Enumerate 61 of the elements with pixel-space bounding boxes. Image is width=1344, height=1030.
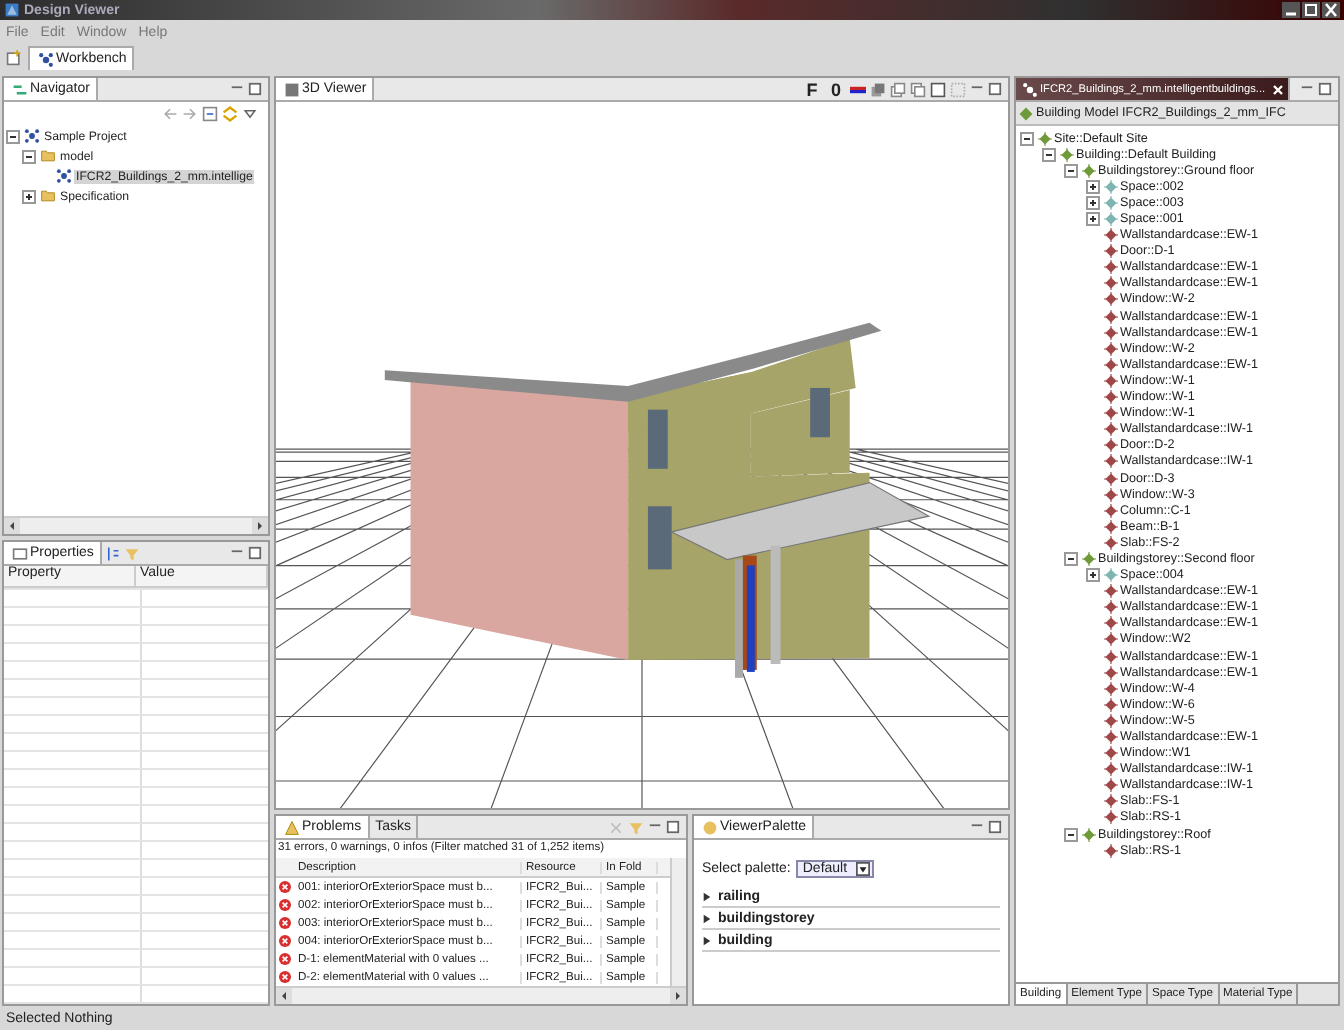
close-icon[interactable] bbox=[1271, 83, 1284, 95]
scroll-left-icon[interactable] bbox=[276, 988, 292, 1004]
cube-icon bbox=[284, 81, 300, 97]
app-logo-icon bbox=[4, 2, 20, 18]
view-menu-icon[interactable] bbox=[242, 106, 258, 122]
diamond-icon bbox=[1082, 827, 1096, 842]
expander-icon[interactable] bbox=[1020, 131, 1034, 146]
diamond-icon bbox=[1060, 147, 1074, 162]
expander-icon[interactable] bbox=[1086, 179, 1100, 194]
diamond-icon bbox=[1082, 551, 1096, 566]
expander-icon[interactable] bbox=[1086, 195, 1100, 210]
close-button[interactable] bbox=[1322, 2, 1340, 18]
horizontal-scrollbar[interactable] bbox=[4, 516, 268, 534]
diamond-icon bbox=[1038, 131, 1052, 146]
expander-icon[interactable] bbox=[1086, 568, 1100, 583]
vertical-scrollbar[interactable] bbox=[670, 858, 686, 986]
navigator-icon bbox=[12, 81, 28, 97]
sort-icon[interactable] bbox=[103, 545, 120, 561]
expander-icon[interactable] bbox=[22, 149, 36, 163]
window-icon bbox=[12, 545, 28, 561]
diamond-icon bbox=[1082, 163, 1096, 178]
network-icon bbox=[24, 128, 40, 144]
scroll-right-icon[interactable] bbox=[252, 518, 268, 534]
network-icon bbox=[38, 51, 54, 67]
expand-triangle-icon bbox=[702, 935, 712, 945]
maximize-icon[interactable] bbox=[666, 820, 680, 834]
network-icon bbox=[1022, 81, 1038, 97]
expander-icon[interactable] bbox=[1042, 147, 1056, 162]
warning-icon bbox=[284, 819, 300, 835]
expand-triangle-icon bbox=[702, 913, 712, 923]
scroll-right-icon[interactable] bbox=[670, 988, 686, 1004]
maximize-icon[interactable] bbox=[988, 820, 1002, 834]
toolbar-button[interactable]: 0 bbox=[826, 79, 846, 99]
dotted-square-icon[interactable] bbox=[950, 81, 966, 97]
layers-icon[interactable] bbox=[870, 81, 886, 97]
expander-icon[interactable] bbox=[1064, 827, 1078, 842]
scroll-left-icon[interactable] bbox=[4, 518, 20, 534]
folder-icon bbox=[40, 188, 56, 204]
expand-triangle-icon bbox=[702, 891, 712, 901]
expander-icon[interactable] bbox=[1064, 551, 1078, 566]
square-icon[interactable] bbox=[930, 81, 946, 97]
folder-icon bbox=[40, 148, 56, 164]
flag-icon[interactable] bbox=[850, 81, 866, 97]
expander-icon[interactable] bbox=[1086, 212, 1100, 227]
palette-icon bbox=[702, 819, 718, 835]
minimize-button[interactable] bbox=[1282, 2, 1300, 18]
maximize-icon[interactable] bbox=[248, 546, 262, 560]
dropdown-caret-icon bbox=[855, 862, 870, 876]
open-perspective-icon[interactable] bbox=[6, 50, 22, 66]
maximize-icon[interactable] bbox=[248, 82, 262, 96]
maximize-icon[interactable] bbox=[1318, 82, 1332, 96]
maximize-button[interactable] bbox=[1302, 2, 1320, 18]
network-icon bbox=[56, 168, 72, 184]
collapse-all-icon[interactable] bbox=[202, 106, 218, 122]
expander-icon[interactable] bbox=[22, 189, 36, 203]
horizontal-scrollbar[interactable] bbox=[276, 986, 686, 1004]
expander-icon[interactable] bbox=[6, 129, 20, 143]
diamond-icon bbox=[1104, 843, 1118, 858]
expander-icon[interactable] bbox=[1064, 163, 1078, 178]
toolbar-button[interactable]: F bbox=[802, 79, 822, 99]
maximize-icon[interactable] bbox=[988, 82, 1002, 96]
